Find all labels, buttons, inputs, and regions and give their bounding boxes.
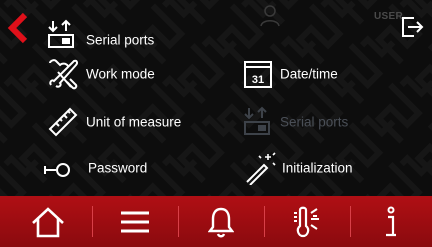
menu-label-serial-ports: Serial ports <box>86 32 155 48</box>
menu-label-work-mode: Work mode <box>86 66 155 82</box>
key-icon <box>44 163 70 177</box>
hamburger-icon <box>121 211 149 232</box>
bell-icon <box>208 207 234 237</box>
menu-item-initialization[interactable]: Initialization <box>244 151 384 185</box>
menu-item-serial-ports-disabled: Serial ports <box>242 105 382 139</box>
back-chevron-icon[interactable] <box>7 12 29 44</box>
user-icon <box>260 5 280 27</box>
menu-label-date-time: Date/time <box>280 66 338 82</box>
calendar-number: 31 <box>252 74 264 86</box>
info-icon <box>386 206 396 236</box>
menu-item-password[interactable]: Password <box>42 151 182 185</box>
menu-label-unit-of-measure: Unit of measure <box>86 114 182 130</box>
wrench-icon <box>49 59 79 90</box>
thermometer-icon <box>294 206 319 237</box>
menu-item-serial-ports[interactable]: Serial ports <box>46 18 186 52</box>
menu-label-password: Password <box>88 160 148 176</box>
logout-icon[interactable] <box>400 14 424 40</box>
menu-label-serial-ports-disabled: Serial ports <box>280 114 349 130</box>
calendar-icon: 31 <box>244 61 272 88</box>
menu-item-unit-of-measure[interactable]: Unit of measure <box>46 105 206 139</box>
menu-item-work-mode[interactable]: Work mode <box>46 57 186 91</box>
menu-label-initialization: Initialization <box>282 160 353 176</box>
menu-button[interactable] <box>92 196 178 247</box>
home-icon <box>32 206 64 237</box>
info-button[interactable] <box>350 196 432 247</box>
ruler-icon <box>48 107 78 137</box>
serial-ports-icon <box>48 19 74 48</box>
home-button[interactable] <box>5 196 91 247</box>
serial-ports-disabled-icon <box>244 106 270 135</box>
magic-wand-icon <box>246 152 276 185</box>
menu-item-date-time[interactable]: 31 Date/time <box>242 57 382 91</box>
temperature-button[interactable] <box>264 196 350 247</box>
user-label: USER <box>374 11 403 22</box>
bottom-nav-bar <box>0 196 432 247</box>
alarms-button[interactable] <box>178 196 264 247</box>
